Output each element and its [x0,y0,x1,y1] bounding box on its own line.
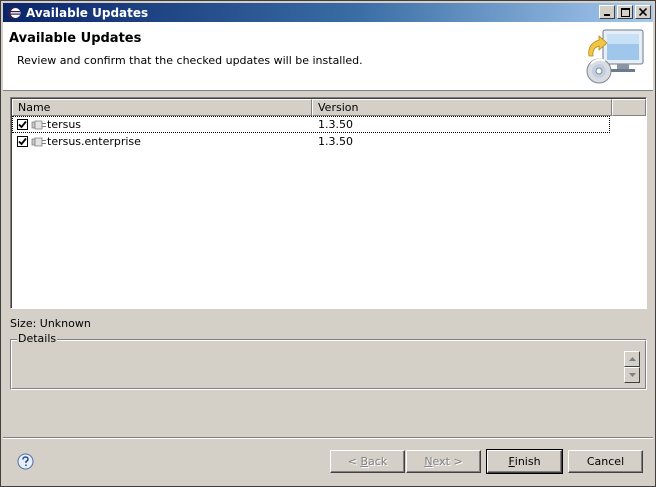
plug-in-icon [31,118,47,132]
cancel-button[interactable]: Cancel [568,450,643,473]
page-description: Review and confirm that the checked upda… [17,54,363,67]
help-icon[interactable] [17,453,34,470]
update-monitor-icon [581,26,647,88]
updates-table[interactable]: Name Version tersus 1.3.50 tersus.enterp… [10,97,647,309]
maximize-button[interactable] [617,5,633,19]
details-legend: Details [17,332,58,345]
available-updates-dialog: Available Updates Available Updates Revi… [0,0,656,487]
checkmark-icon [18,120,27,129]
window-title: Available Updates [26,5,149,20]
next-button[interactable]: Next > [406,450,481,473]
details-scroll-down-button[interactable] [624,367,640,383]
close-button[interactable] [635,5,651,19]
row-name: tersus [47,118,82,131]
row-name: tersus.enterprise [47,135,141,148]
minimize-icon [604,14,610,16]
table-row[interactable]: tersus.enterprise 1.3.50 [12,133,646,150]
button-bar-separator [3,437,653,439]
column-header-name[interactable]: Name [12,99,312,116]
eclipse-icon [6,5,22,21]
finish-button[interactable]: Finish [486,449,563,474]
arrow-down-icon [628,373,636,377]
row-checkbox[interactable] [17,136,28,147]
maximize-icon [620,7,630,17]
back-button[interactable]: < Back [330,450,405,473]
plug-in-icon [31,135,47,149]
row-version: 1.3.50 [318,135,353,148]
minimize-button[interactable] [599,5,615,19]
arrow-up-icon [628,357,636,361]
wizard-header: Available Updates Review and confirm tha… [3,22,653,91]
column-header-version[interactable]: Version [312,99,612,116]
row-version: 1.3.50 [318,118,353,131]
details-group: Details [10,332,647,390]
details-scroll-up-button[interactable] [624,351,640,367]
column-header-filler [612,99,646,116]
title-bar[interactable]: Available Updates [3,3,653,22]
table-row[interactable]: tersus 1.3.50 [12,116,610,133]
window-controls [599,5,651,19]
close-icon [639,8,647,16]
table-body: tersus 1.3.50 tersus.enterprise 1.3.50 [12,116,646,150]
table-header: Name Version [12,99,646,116]
checkmark-icon [18,137,27,146]
row-checkbox[interactable] [17,119,28,130]
page-title: Available Updates [9,31,142,46]
size-label: Size: Unknown [10,317,91,330]
